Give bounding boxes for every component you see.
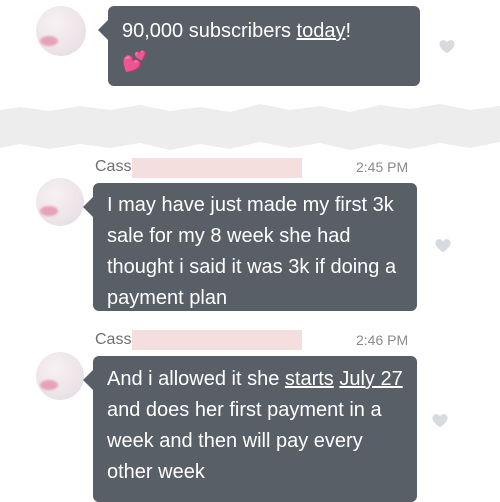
- timestamp: 2:46 PM: [356, 332, 409, 348]
- message-row-3: Cass 2:46 PM And i allowed it she starts…: [0, 320, 500, 502]
- message-text-3: And i allowed it she starts July 27 and …: [107, 364, 403, 488]
- avatar-blur: [40, 36, 58, 46]
- message-row-2: Cass 2:45 PM I may have just made my fir…: [0, 150, 500, 320]
- message-row-1: 90,000 subscribers today! 💕: [0, 0, 500, 96]
- text-fragment-underlined: today: [296, 20, 346, 42]
- text-fragment-underlined: July 27: [339, 368, 403, 390]
- text-fragment: And i allowed it she: [107, 368, 285, 390]
- torn-edge-top: [0, 96, 500, 112]
- message-bubble-2: I may have just made my first 3k sale fo…: [83, 183, 417, 311]
- heart-icon[interactable]: [438, 38, 456, 54]
- name-redaction: [132, 158, 302, 178]
- sender-name: Cass: [95, 158, 132, 175]
- message-emoji: 💕: [122, 51, 147, 73]
- text-fragment-underlined: starts: [284, 368, 334, 390]
- sender-name: Cass: [95, 331, 132, 348]
- avatar-blur: [40, 380, 58, 390]
- message-bubble-3: And i allowed it she starts July 27 and …: [83, 356, 417, 502]
- avatar[interactable]: [36, 352, 84, 400]
- text-fragment: and does her first payment in a week and…: [107, 399, 382, 483]
- heart-icon[interactable]: [431, 412, 449, 428]
- heart-icon[interactable]: [434, 237, 452, 253]
- text-fragment: 90,000 subscribers: [122, 20, 297, 42]
- avatar[interactable]: [36, 178, 84, 226]
- timestamp: 2:45 PM: [356, 159, 409, 175]
- message-bubble-1: 90,000 subscribers today! 💕: [98, 6, 420, 86]
- text-fragment: !: [345, 20, 352, 42]
- avatar[interactable]: [36, 6, 86, 56]
- name-redaction: [132, 330, 302, 350]
- message-text-2: I may have just made my first 3k sale fo…: [107, 194, 397, 309]
- message-text-1: 90,000 subscribers today!: [122, 16, 406, 47]
- avatar-blur: [40, 206, 58, 216]
